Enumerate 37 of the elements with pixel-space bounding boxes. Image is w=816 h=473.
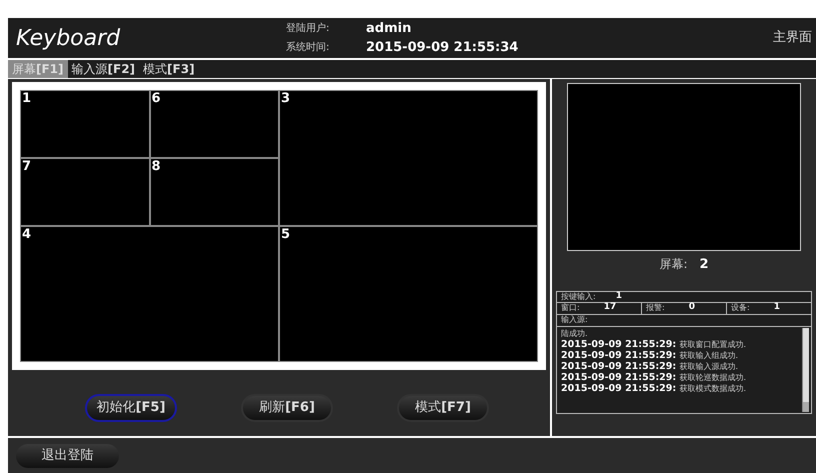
video-window[interactable]: 8 (150, 158, 279, 226)
info-label: 按键输入: (561, 290, 596, 302)
system-time: 2015-09-09 21:55:34 (366, 39, 518, 57)
video-window[interactable]: 7 (20, 158, 150, 226)
preview-label: 屏幕: (659, 256, 688, 273)
home-link[interactable]: 主界面 (773, 28, 812, 48)
info-label: 报警: (646, 302, 665, 314)
info-value: 1 (616, 290, 622, 303)
app-logo: Keyboard (16, 24, 122, 52)
video-window[interactable]: 6 (150, 90, 279, 158)
info-value: 0 (688, 301, 695, 314)
time-label: 系统时间: (286, 40, 330, 55)
video-window[interactable]: 1 (20, 90, 150, 158)
preview-value: 2 (700, 256, 709, 274)
video-window[interactable]: 4 (20, 226, 279, 362)
tab[interactable]: 模式[F3] (139, 60, 199, 78)
log-line: 2015-09-09 21:55:29: 获取输入源成功. (561, 360, 739, 372)
user-name: admin (366, 20, 412, 38)
user-label: 登陆用户: (286, 22, 330, 36)
info-label: 输入源: (561, 314, 588, 326)
tab[interactable]: 输入源[F2] (68, 60, 140, 78)
action-button[interactable]: 刷新[F6] (241, 394, 333, 422)
logout-button[interactable]: 退出登陆 (16, 444, 119, 468)
log-line: 2015-09-09 21:55:29: 获取模式数据成功. (561, 382, 747, 394)
log-line: 2015-09-09 21:55:29: 获取窗口配置成功. (561, 338, 747, 350)
log-line: 2015-09-09 21:55:29: 获取轮巡数据成功. (561, 372, 747, 382)
log-line: 2015-09-09 21:55:29: 获取输入组成功. (561, 350, 739, 360)
scrollbar[interactable] (802, 328, 809, 412)
video-window[interactable]: 3 (279, 90, 538, 226)
action-button[interactable]: 模式[F7] (397, 394, 489, 422)
info-value: 17 (604, 301, 616, 314)
video-window[interactable]: 5 (279, 226, 538, 362)
info-value: 1 (774, 301, 780, 314)
info-label: 窗口: (561, 302, 580, 314)
action-button[interactable]: 初始化[F5] (85, 394, 177, 422)
log-line: 陆成功. (561, 328, 589, 338)
info-label: 设备: (731, 302, 750, 314)
